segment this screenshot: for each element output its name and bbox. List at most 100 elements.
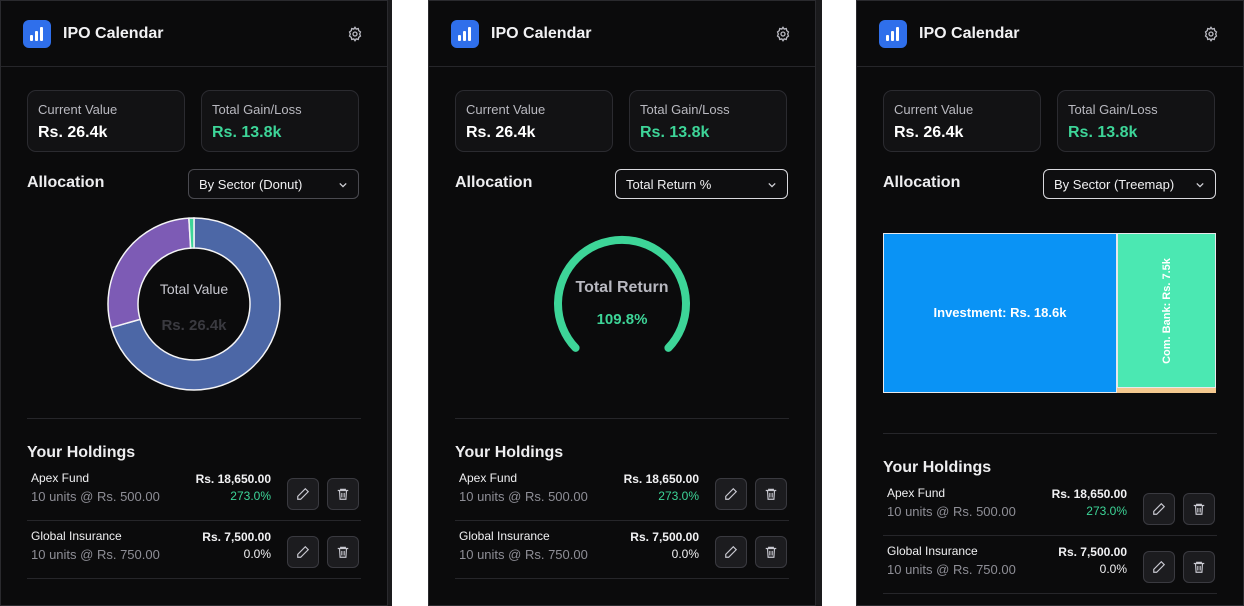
holding-row: Apex Fund 10 units @ Rs. 500.00 Rs. 18,6… — [455, 463, 789, 521]
allocation-label: Allocation — [883, 174, 961, 191]
panel-header: IPO Calendar — [1, 1, 387, 67]
treemap-cell-label: Com. Bank: Rs. 7.5k — [1160, 257, 1173, 364]
delete-button[interactable] — [1183, 493, 1215, 525]
gain-loss-label: Total Gain/Loss — [1068, 102, 1158, 117]
current-value-card: Current Value Rs. 26.4k — [883, 90, 1041, 152]
delete-button[interactable] — [755, 536, 787, 568]
current-value-card: Current Value Rs. 26.4k — [455, 90, 613, 152]
pencil-icon — [725, 545, 738, 558]
delete-button[interactable] — [327, 536, 359, 568]
donut-segment[interactable] — [188, 217, 195, 249]
pencil-icon — [297, 545, 310, 558]
pencil-icon — [1153, 502, 1166, 515]
app-title: IPO Calendar — [919, 25, 1020, 42]
holding-return: 273.0% — [1086, 504, 1127, 518]
bar-chart-icon — [879, 20, 907, 48]
treemap-cell-small[interactable] — [1117, 388, 1216, 393]
current-value-card: Current Value Rs. 26.4k — [27, 90, 185, 152]
edit-button[interactable] — [1143, 551, 1175, 583]
holdings-title: Your Holdings — [455, 444, 564, 461]
donut-chart: Total Value Rs. 26.4k — [106, 216, 282, 392]
gear-icon[interactable] — [1203, 26, 1219, 42]
delete-button[interactable] — [755, 478, 787, 510]
gain-loss-value: Rs. 13.8k — [640, 124, 710, 141]
holding-name: Global Insurance — [31, 529, 122, 543]
holdings-title: Your Holdings — [883, 459, 992, 476]
holding-detail: 10 units @ Rs. 750.00 — [887, 562, 1016, 577]
trash-icon — [765, 488, 777, 500]
holding-detail: 10 units @ Rs. 500.00 — [887, 504, 1016, 519]
holding-return: 0.0% — [671, 547, 699, 561]
holding-return: 273.0% — [658, 489, 699, 503]
trash-icon — [337, 488, 349, 500]
holding-detail: 10 units @ Rs. 750.00 — [459, 547, 588, 562]
edit-button[interactable] — [287, 478, 319, 510]
edit-button[interactable] — [287, 536, 319, 568]
treemap-cell-investment[interactable]: Investment: Rs. 18.6k — [883, 233, 1117, 393]
pencil-icon — [297, 487, 310, 500]
holding-return: 0.0% — [243, 547, 271, 561]
app-title: IPO Calendar — [63, 25, 164, 42]
edit-button[interactable] — [715, 478, 747, 510]
gain-loss-value: Rs. 13.8k — [212, 124, 282, 141]
holding-return: 0.0% — [1099, 562, 1127, 576]
delete-button[interactable] — [327, 478, 359, 510]
holding-row: Global Insurance 10 units @ Rs. 750.00 R… — [455, 521, 789, 579]
holding-amount: Rs. 7,500.00 — [630, 530, 699, 544]
app-title: IPO Calendar — [491, 25, 592, 42]
background-edge — [816, 0, 822, 606]
trash-icon — [337, 546, 349, 558]
gear-icon[interactable] — [775, 26, 791, 42]
holding-detail: 10 units @ Rs. 750.00 — [31, 547, 160, 562]
current-value-label: Current Value — [894, 102, 974, 117]
select-value: By Sector (Donut) — [199, 177, 303, 192]
trash-icon — [1193, 503, 1205, 515]
chevron-down-icon — [768, 182, 776, 188]
panel-header: IPO Calendar — [857, 1, 1243, 67]
gain-loss-card: Total Gain/Loss Rs. 13.8k — [629, 90, 787, 152]
trash-icon — [765, 546, 777, 558]
section-divider — [455, 418, 789, 419]
donut-center-value: Rs. 26.4k — [161, 317, 227, 334]
gauge-value: 109.8% — [596, 311, 648, 328]
edit-button[interactable] — [1143, 493, 1175, 525]
holding-amount: Rs. 18,650.00 — [195, 472, 271, 486]
donut-center-label: Total Value — [159, 281, 229, 297]
gain-loss-label: Total Gain/Loss — [640, 102, 730, 117]
holding-detail: 10 units @ Rs. 500.00 — [31, 489, 160, 504]
current-value: Rs. 26.4k — [894, 124, 964, 141]
holdings-title: Your Holdings — [27, 444, 136, 461]
donut-segments — [107, 217, 281, 391]
select-value: Total Return % — [626, 177, 712, 192]
ipo-panel-donut: IPO Calendar Current Value Rs. 26.4k Tot… — [0, 0, 388, 606]
current-value: Rs. 26.4k — [466, 124, 536, 141]
gain-loss-value: Rs. 13.8k — [1068, 124, 1138, 141]
section-divider — [27, 418, 361, 419]
holding-name: Global Insurance — [459, 529, 550, 543]
allocation-view-select[interactable]: Total Return % — [615, 169, 788, 199]
return-gauge: Total Return 109.8% — [547, 231, 697, 361]
donut-segment[interactable] — [107, 217, 192, 329]
ipo-panel-gauge: IPO Calendar Current Value Rs. 26.4k Tot… — [428, 0, 816, 606]
bar-chart-icon — [451, 20, 479, 48]
holding-name: Apex Fund — [459, 471, 518, 485]
pencil-icon — [1153, 560, 1166, 573]
current-value-label: Current Value — [38, 102, 118, 117]
holding-row: Global Insurance 10 units @ Rs. 750.00 R… — [27, 521, 361, 579]
background-edge — [388, 0, 392, 606]
gain-loss-card: Total Gain/Loss Rs. 13.8k — [201, 90, 359, 152]
current-value-label: Current Value — [466, 102, 546, 117]
holding-name: Apex Fund — [31, 471, 90, 485]
select-value: By Sector (Treemap) — [1054, 177, 1175, 192]
gauge-label: Total Return — [575, 279, 669, 296]
gear-icon[interactable] — [347, 26, 363, 42]
allocation-view-select[interactable]: By Sector (Treemap) — [1043, 169, 1216, 199]
chevron-down-icon — [339, 182, 347, 188]
bar-chart-icon — [23, 20, 51, 48]
delete-button[interactable] — [1183, 551, 1215, 583]
treemap-cell-com-bank[interactable]: Com. Bank: Rs. 7.5k — [1117, 233, 1216, 388]
allocation-label: Allocation — [455, 174, 533, 191]
holding-amount: Rs. 18,650.00 — [623, 472, 699, 486]
allocation-view-select[interactable]: By Sector (Donut) — [188, 169, 359, 199]
edit-button[interactable] — [715, 536, 747, 568]
